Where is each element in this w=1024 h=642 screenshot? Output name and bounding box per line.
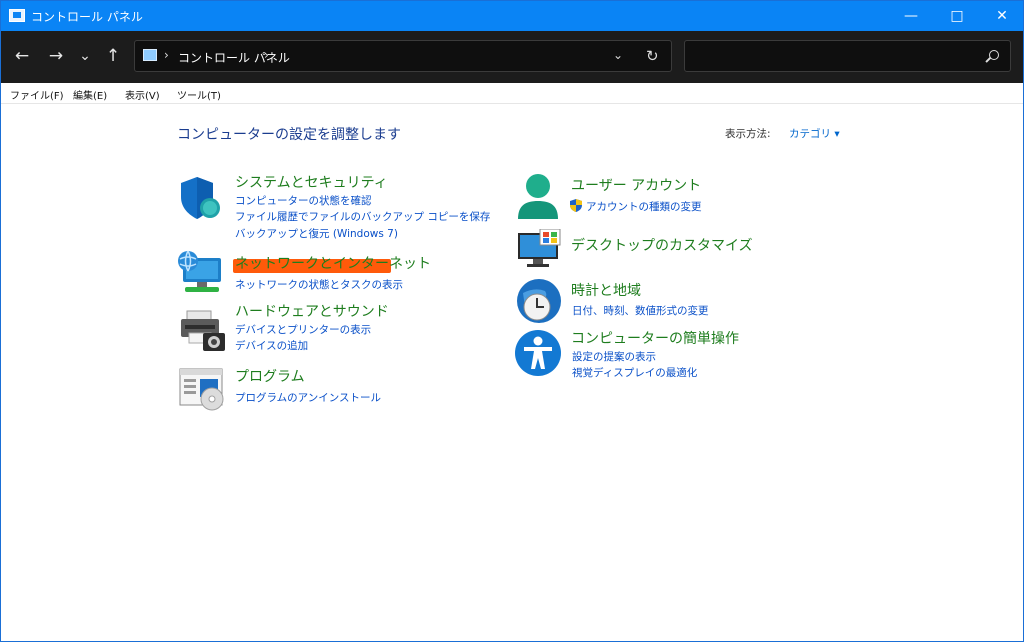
recent-locations-button[interactable]: ⌄ xyxy=(74,45,96,67)
link-check-computer-status[interactable]: コンピューターの状態を確認 xyxy=(235,193,372,208)
menu-bar: ファイル(F) 編集(E) 表示(V) ツール(T) xyxy=(1,83,1023,104)
category-hardware-sound[interactable]: ハードウェアとサウンド xyxy=(235,301,389,321)
forward-button[interactable]: → xyxy=(45,45,67,67)
category-appearance[interactable]: デスクトップのカスタマイズ xyxy=(571,235,753,255)
menu-edit[interactable]: 編集(E) xyxy=(73,87,107,102)
link-uninstall-program[interactable]: プログラムのアンインストール xyxy=(235,390,381,405)
address-bar[interactable]: › コントロール パネル › ⌄ ↻ xyxy=(134,40,672,72)
refresh-button[interactable]: ↻ xyxy=(646,47,659,65)
link-date-time-number-format[interactable]: 日付、時刻、数値形式の変更 xyxy=(572,303,709,318)
uac-shield-icon xyxy=(570,199,582,212)
minimize-button[interactable]: — xyxy=(888,1,934,31)
control-panel-icon xyxy=(9,9,25,22)
back-button[interactable]: ← xyxy=(11,45,33,67)
category-ease-of-access[interactable]: コンピューターの簡単操作 xyxy=(571,328,739,348)
link-backup-restore[interactable]: バックアップと復元 (Windows 7) xyxy=(235,226,398,241)
page-heading: コンピューターの設定を調整します xyxy=(177,127,401,143)
category-clock-region[interactable]: 時計と地域 xyxy=(571,280,641,300)
title-bar[interactable]: コントロール パネル — □ ✕ xyxy=(1,1,1023,31)
category-network-internet[interactable]: ネットワークとインターネット xyxy=(235,253,431,273)
window-title: コントロール パネル xyxy=(31,10,143,24)
menu-file[interactable]: ファイル(F) xyxy=(10,87,64,102)
breadcrumb-separator[interactable]: › xyxy=(164,48,169,62)
menu-view[interactable]: 表示(V) xyxy=(125,87,160,102)
clock-globe-icon[interactable] xyxy=(515,277,563,325)
breadcrumb-control-panel[interactable]: コントロール パネル xyxy=(178,49,290,66)
network-globe-icon[interactable] xyxy=(177,250,225,296)
search-icon[interactable] xyxy=(989,50,999,60)
link-network-status-tasks[interactable]: ネットワークの状態とタスクの表示 xyxy=(235,277,403,292)
link-file-history-backup[interactable]: ファイル履歴でファイルのバックアップ コピーを保存 xyxy=(235,209,490,224)
link-optimize-visual-display[interactable]: 視覚ディスプレイの最適化 xyxy=(572,365,697,380)
menu-tools[interactable]: ツール(T) xyxy=(177,87,221,102)
view-by-label: 表示方法: xyxy=(725,128,771,140)
view-by-dropdown[interactable]: カテゴリ ▾ xyxy=(789,126,840,141)
printer-speaker-icon[interactable] xyxy=(179,309,227,351)
link-devices-printers[interactable]: デバイスとプリンターの表示 xyxy=(235,322,371,337)
category-system-security[interactable]: システムとセキュリティ xyxy=(235,172,388,192)
desktop-customize-icon[interactable] xyxy=(516,229,562,269)
user-accounts-icon[interactable] xyxy=(516,173,560,221)
breadcrumb-separator[interactable]: › xyxy=(264,48,269,62)
close-button[interactable]: ✕ xyxy=(979,1,1024,31)
up-button[interactable]: ↑ xyxy=(102,45,124,67)
link-get-recommendations[interactable]: 設定の提案の表示 xyxy=(572,349,656,364)
navigation-toolbar: ← → ⌄ ↑ › コントロール パネル › ⌄ ↻ xyxy=(1,31,1023,83)
category-user-accounts[interactable]: ユーザー アカウント xyxy=(571,175,701,195)
ease-of-access-icon[interactable] xyxy=(514,329,562,377)
control-panel-icon xyxy=(143,49,157,61)
address-dropdown-button[interactable]: ⌄ xyxy=(613,48,623,62)
control-panel-window: コントロール パネル — □ ✕ ← → ⌄ ↑ › コントロール パネル › … xyxy=(0,0,1024,642)
search-box[interactable] xyxy=(684,40,1011,72)
programs-icon[interactable] xyxy=(178,367,226,411)
maximize-button[interactable]: □ xyxy=(934,1,980,31)
category-programs[interactable]: プログラム xyxy=(235,366,305,386)
security-shield-icon[interactable] xyxy=(179,175,223,221)
link-change-account-type[interactable]: アカウントの種類の変更 xyxy=(586,199,702,214)
link-add-device[interactable]: デバイスの追加 xyxy=(235,338,308,353)
